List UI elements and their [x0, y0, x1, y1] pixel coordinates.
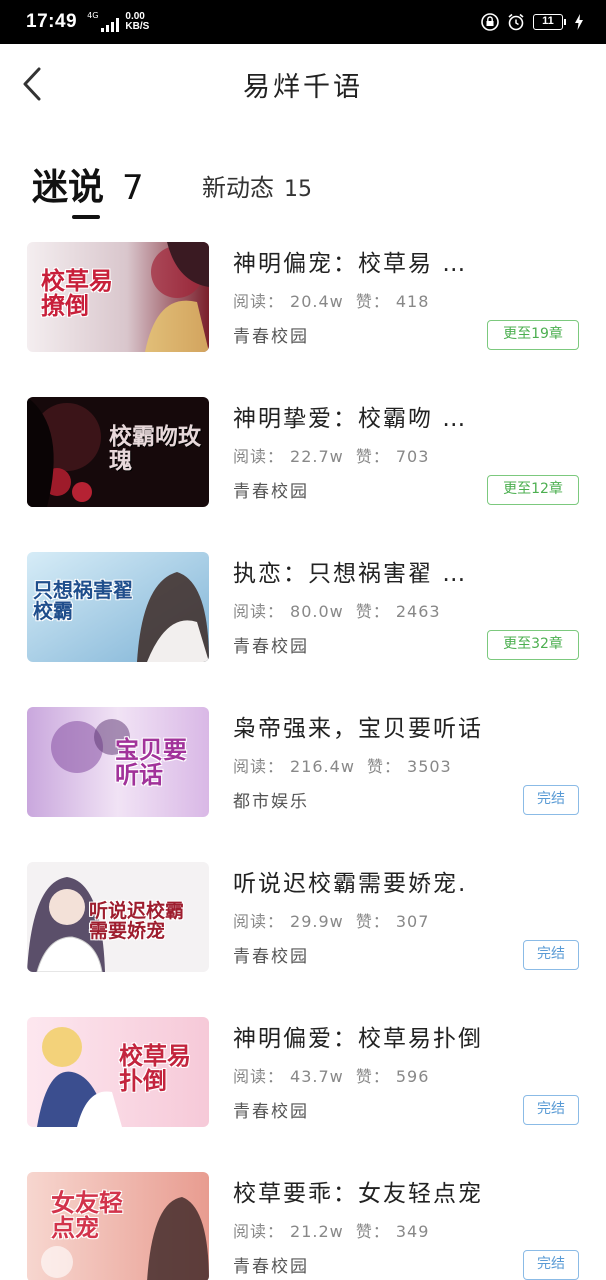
like-count: 703: [395, 447, 430, 466]
book-cover: 女友轻点宠: [27, 1172, 209, 1280]
read-count: 80.0w: [290, 602, 344, 621]
status-badge: 完结: [523, 1250, 579, 1280]
read-count: 21.2w: [290, 1222, 344, 1241]
signal-icon: 4G: [87, 11, 120, 32]
book-stats: 阅读： 80.0w 赞： 2463: [233, 602, 441, 621]
tab-count: 7: [122, 168, 144, 208]
like-count: 596: [395, 1067, 430, 1086]
book-title: 神明偏宠：校草易 …: [233, 251, 468, 277]
read-count: 29.9w: [290, 912, 344, 931]
book-genre: 青春校园: [233, 947, 309, 967]
tab-label: 新动态: [202, 174, 274, 202]
book-cover: 宝贝要听话: [27, 707, 209, 817]
book-title: 听说迟校霸需要娇宠.: [233, 871, 468, 897]
read-count: 22.7w: [290, 447, 344, 466]
book-stats: 阅读： 216.4w 赞： 3503: [233, 757, 452, 776]
charging-icon: [575, 14, 583, 30]
status-badge: 更至12章: [487, 475, 579, 505]
book-genre: 青春校园: [233, 1257, 309, 1277]
tab-label: 迷说: [32, 167, 105, 208]
book-cover: 听说迟校霸需要娇宠: [27, 862, 209, 972]
app-bar: 易烊千语: [0, 44, 606, 124]
list-item[interactable]: 校草易撩倒 神明偏宠：校草易 … 阅读： 20.4w 赞： 418 青春校园 更至1…: [0, 232, 606, 362]
book-genre: 青春校园: [233, 1102, 309, 1122]
list-item[interactable]: 听说迟校霸需要娇宠 听说迟校霸需要娇宠. 阅读： 29.9w 赞： 307 青春校园…: [0, 852, 606, 982]
status-bar: 17:49 4G 0.00 KB/S 11: [0, 0, 606, 44]
book-title: 枭帝强来，宝贝要听话: [233, 716, 483, 742]
book-title: 校草要乖：女友轻点宠: [233, 1181, 483, 1207]
book-stats: 阅读： 22.7w 赞： 703: [233, 447, 430, 466]
status-badge: 完结: [523, 785, 579, 815]
list-item[interactable]: 校霸吻玫瑰 神明挚爱：校霸吻 … 阅读： 22.7w 赞： 703 青春校园 更至1…: [0, 387, 606, 517]
book-stats: 阅读： 29.9w 赞： 307: [233, 912, 430, 931]
like-count: 418: [395, 292, 430, 311]
network-type: 4G: [87, 11, 99, 20]
alarm-icon: [508, 13, 524, 31]
read-count: 20.4w: [290, 292, 344, 311]
book-cover: 校草易扑倒: [27, 1017, 209, 1127]
like-count: 3503: [407, 757, 452, 776]
cover-title: 校草易撩倒: [41, 266, 113, 321]
battery-icon: 11: [533, 14, 566, 30]
list-item[interactable]: 女友轻点宠 校草要乖：女友轻点宠 阅读： 21.2w 赞： 349 青春校园 完结: [0, 1162, 606, 1280]
list-item[interactable]: 校草易扑倒 神明偏爱：校草易扑倒 阅读： 43.7w 赞： 596 青春校园 完结: [0, 1007, 606, 1137]
list-item[interactable]: 只想祸害翟校霸 执恋：只想祸害翟 … 阅读： 80.0w 赞： 2463 青春校园 …: [0, 542, 606, 672]
cover-title: 校草易扑倒: [119, 1041, 191, 1096]
book-genre: 青春校园: [233, 482, 309, 502]
book-stats: 阅读： 20.4w 赞： 418: [233, 292, 430, 311]
active-tab-indicator: [72, 215, 100, 219]
status-time: 17:49: [26, 11, 78, 32]
back-button[interactable]: [12, 62, 52, 106]
book-genre: 都市娱乐: [233, 792, 309, 812]
status-badge: 更至19章: [487, 320, 579, 350]
cover-title: 女友轻点宠: [51, 1188, 123, 1243]
page-title: 易烊千语: [243, 71, 363, 103]
book-title: 执恋：只想祸害翟 …: [233, 561, 468, 587]
tab-updates[interactable]: 新动态 15: [202, 168, 312, 203]
status-badge: 完结: [523, 940, 579, 970]
book-genre: 青春校园: [233, 327, 309, 347]
book-genre: 青春校园: [233, 637, 309, 657]
book-title: 神明挚爱：校霸吻 …: [233, 406, 468, 432]
network-speed: 0.00 KB/S: [125, 11, 150, 32]
cover-title: 宝贝要听话: [115, 735, 187, 790]
like-count: 349: [395, 1222, 430, 1241]
like-count: 307: [395, 912, 430, 931]
tab-stories[interactable]: 迷说 7: [32, 158, 144, 210]
book-cover: 只想祸害翟校霸: [27, 552, 209, 662]
book-cover: 校霸吻玫瑰: [27, 397, 209, 507]
cover-title: 只想祸害翟校霸: [33, 578, 133, 623]
status-badge: 更至32章: [487, 630, 579, 660]
battery-level: 11: [533, 14, 563, 30]
book-cover: 校草易撩倒: [27, 242, 209, 352]
cover-title: 听说迟校霸需要娇宠: [89, 900, 185, 942]
read-count: 216.4w: [290, 757, 355, 776]
lock-rotation-icon: [481, 13, 499, 31]
chevron-left-icon: [23, 67, 41, 101]
tab-bar: 迷说 7 新动态 15: [0, 150, 606, 230]
book-title: 神明偏爱：校草易扑倒: [233, 1026, 483, 1052]
book-stats: 阅读： 43.7w 赞： 596: [233, 1067, 430, 1086]
cover-title: 校霸吻玫瑰: [109, 423, 201, 475]
read-count: 43.7w: [290, 1067, 344, 1086]
book-stats: 阅读： 21.2w 赞： 349: [233, 1222, 430, 1241]
like-count: 2463: [395, 602, 441, 621]
list-item[interactable]: 宝贝要听话 枭帝强来，宝贝要听话 阅读： 216.4w 赞： 3503 都市娱乐 完…: [0, 697, 606, 827]
tab-count: 15: [284, 177, 312, 202]
status-badge: 完结: [523, 1095, 579, 1125]
